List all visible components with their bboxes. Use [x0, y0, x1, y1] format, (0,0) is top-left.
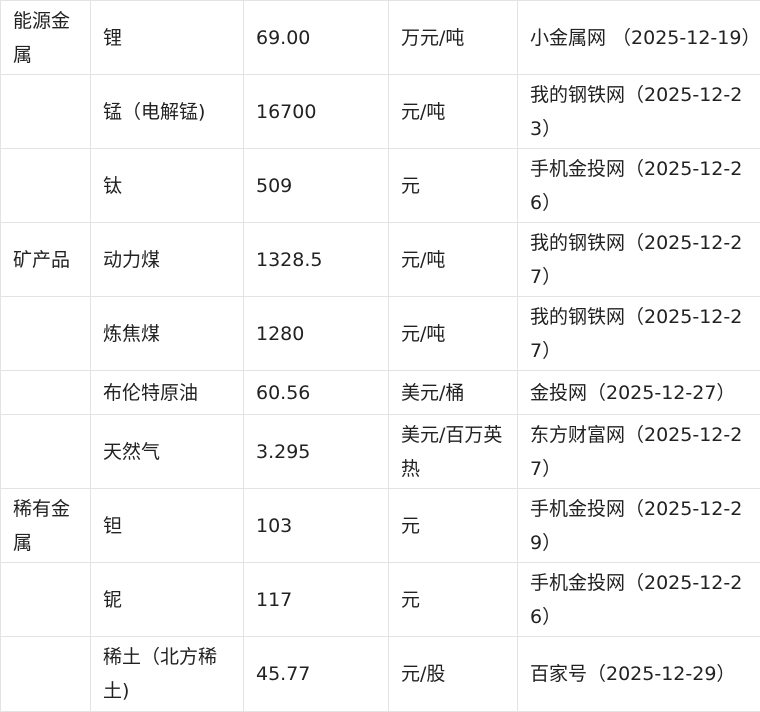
- item-cell: 锰（电解锰): [91, 75, 244, 149]
- price-cell: 16700: [244, 75, 389, 149]
- table-row: 能源金属 锂 69.00 万元/吨 小金属网 （2025-12-19）: [1, 1, 760, 75]
- item-cell: 炼焦煤: [91, 297, 244, 371]
- item-cell: 锂: [91, 1, 244, 75]
- source-cell: 金投网（2025-12-27）: [518, 371, 760, 415]
- source-cell: 我的钢铁网（2025-12-23）: [518, 75, 760, 149]
- category-cell: [1, 75, 91, 149]
- unit-cell: 元: [389, 563, 518, 637]
- unit-cell: 元/股: [389, 637, 518, 712]
- price-cell: 3.295: [244, 415, 389, 489]
- unit-cell: 元: [389, 149, 518, 223]
- table-row: 矿产品 动力煤 1328.5 元/吨 我的钢铁网（2025-12-27）: [1, 223, 760, 297]
- price-cell: 69.00: [244, 1, 389, 75]
- source-cell: 百家号（2025-12-29）: [518, 637, 760, 712]
- table-row: 炼焦煤 1280 元/吨 我的钢铁网（2025-12-27）: [1, 297, 760, 371]
- category-cell: [1, 371, 91, 415]
- unit-cell: 元/吨: [389, 223, 518, 297]
- item-cell: 布伦特原油: [91, 371, 244, 415]
- table-row: 锰（电解锰) 16700 元/吨 我的钢铁网（2025-12-23）: [1, 75, 760, 149]
- item-cell: 天然气: [91, 415, 244, 489]
- unit-cell: 美元/桶: [389, 371, 518, 415]
- table-row: 稀有金属 钽 103 元 手机金投网（2025-12-29）: [1, 489, 760, 563]
- category-cell: [1, 415, 91, 489]
- price-cell: 1328.5: [244, 223, 389, 297]
- price-cell: 1280: [244, 297, 389, 371]
- price-cell: 60.56: [244, 371, 389, 415]
- source-cell: 东方财富网（2025-12-27）: [518, 415, 760, 489]
- table-row: 稀土（北方稀土) 45.77 元/股 百家号（2025-12-29）: [1, 637, 760, 712]
- table-row: 布伦特原油 60.56 美元/桶 金投网（2025-12-27）: [1, 371, 760, 415]
- table-row: 铌 117 元 手机金投网（2025-12-26）: [1, 563, 760, 637]
- table-row: 天然气 3.295 美元/百万英热 东方财富网（2025-12-27）: [1, 415, 760, 489]
- price-cell: 117: [244, 563, 389, 637]
- category-cell: [1, 149, 91, 223]
- category-cell: 矿产品: [1, 223, 91, 297]
- item-cell: 钽: [91, 489, 244, 563]
- table-row: 钛 509 元 手机金投网（2025-12-26）: [1, 149, 760, 223]
- item-cell: 稀土（北方稀土): [91, 637, 244, 712]
- category-cell: [1, 297, 91, 371]
- source-cell: 小金属网 （2025-12-19）: [518, 1, 760, 75]
- category-cell: [1, 637, 91, 712]
- price-cell: 103: [244, 489, 389, 563]
- category-cell: 稀有金属: [1, 489, 91, 563]
- item-cell: 钛: [91, 149, 244, 223]
- category-cell: 能源金属: [1, 1, 91, 75]
- price-cell: 45.77: [244, 637, 389, 712]
- source-cell: 手机金投网（2025-12-26）: [518, 149, 760, 223]
- category-cell: [1, 563, 91, 637]
- unit-cell: 美元/百万英热: [389, 415, 518, 489]
- price-cell: 509: [244, 149, 389, 223]
- source-cell: 我的钢铁网（2025-12-27）: [518, 223, 760, 297]
- unit-cell: 元/吨: [389, 297, 518, 371]
- unit-cell: 元/吨: [389, 75, 518, 149]
- source-cell: 我的钢铁网（2025-12-27）: [518, 297, 760, 371]
- item-cell: 动力煤: [91, 223, 244, 297]
- commodity-price-table: 能源金属 锂 69.00 万元/吨 小金属网 （2025-12-19） 锰（电解…: [0, 0, 760, 712]
- unit-cell: 元: [389, 489, 518, 563]
- unit-cell: 万元/吨: [389, 1, 518, 75]
- source-cell: 手机金投网（2025-12-26）: [518, 563, 760, 637]
- item-cell: 铌: [91, 563, 244, 637]
- source-cell: 手机金投网（2025-12-29）: [518, 489, 760, 563]
